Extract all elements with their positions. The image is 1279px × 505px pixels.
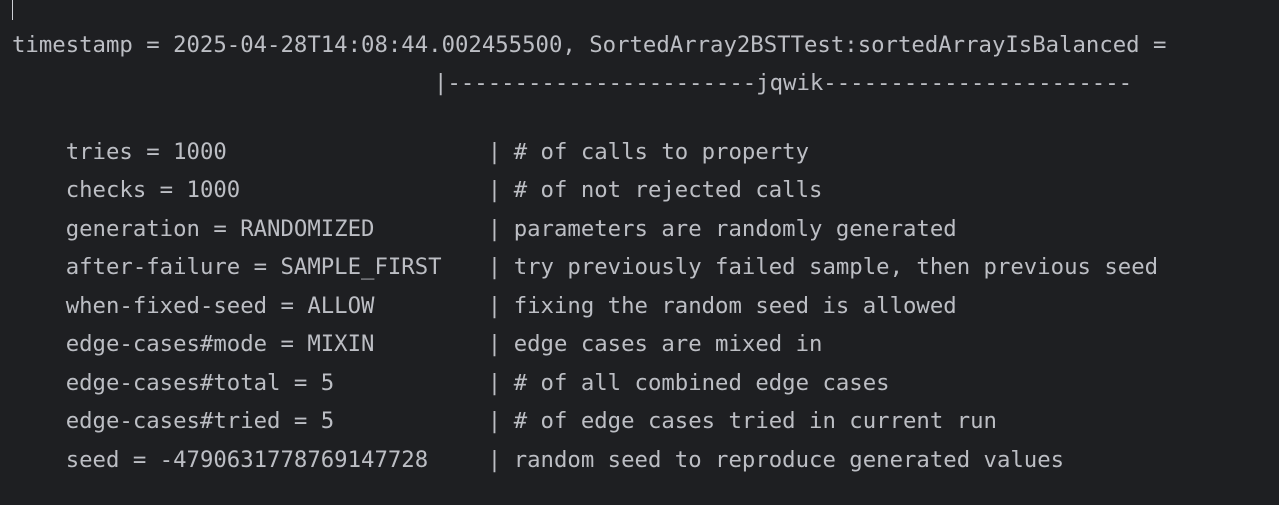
- report-row: edge-cases#tried = 5 | # of edge cases tr…: [12, 376, 997, 434]
- report-row: checks = 1000 | # of not rejected calls: [12, 145, 823, 203]
- property-key: seed = -4790631778769147728: [65, 447, 429, 473]
- report-row: edge-cases#total = 5 | # of all combined …: [12, 338, 890, 396]
- report-row: after-failure = SAMPLE_FIRST | try previo…: [12, 222, 1158, 280]
- report-row: tries = 1000 | # of calls to property: [12, 107, 809, 165]
- report-row: when-fixed-seed = ALLOW | fixing the rand…: [12, 261, 957, 319]
- column-divider: |: [487, 447, 515, 473]
- report-row: generation = RANDOMIZED | parameters are …: [12, 184, 957, 242]
- timestamp-line: timestamp = 2025-04-28T14:08:44.00245550…: [12, 32, 1167, 58]
- property-description: random seed to reproduce generated value…: [513, 447, 1065, 473]
- console-output[interactable]: timestamp = 2025-04-28T14:08:44.00245550…: [12, 0, 1279, 486]
- report-row: seed = -4790631778769147728 | random seed…: [12, 415, 1064, 473]
- jqwik-separator-line: |-----------------------jqwik-----------…: [434, 70, 1133, 96]
- report-row: edge-cases#mode = MIXIN | edge cases are …: [12, 299, 823, 357]
